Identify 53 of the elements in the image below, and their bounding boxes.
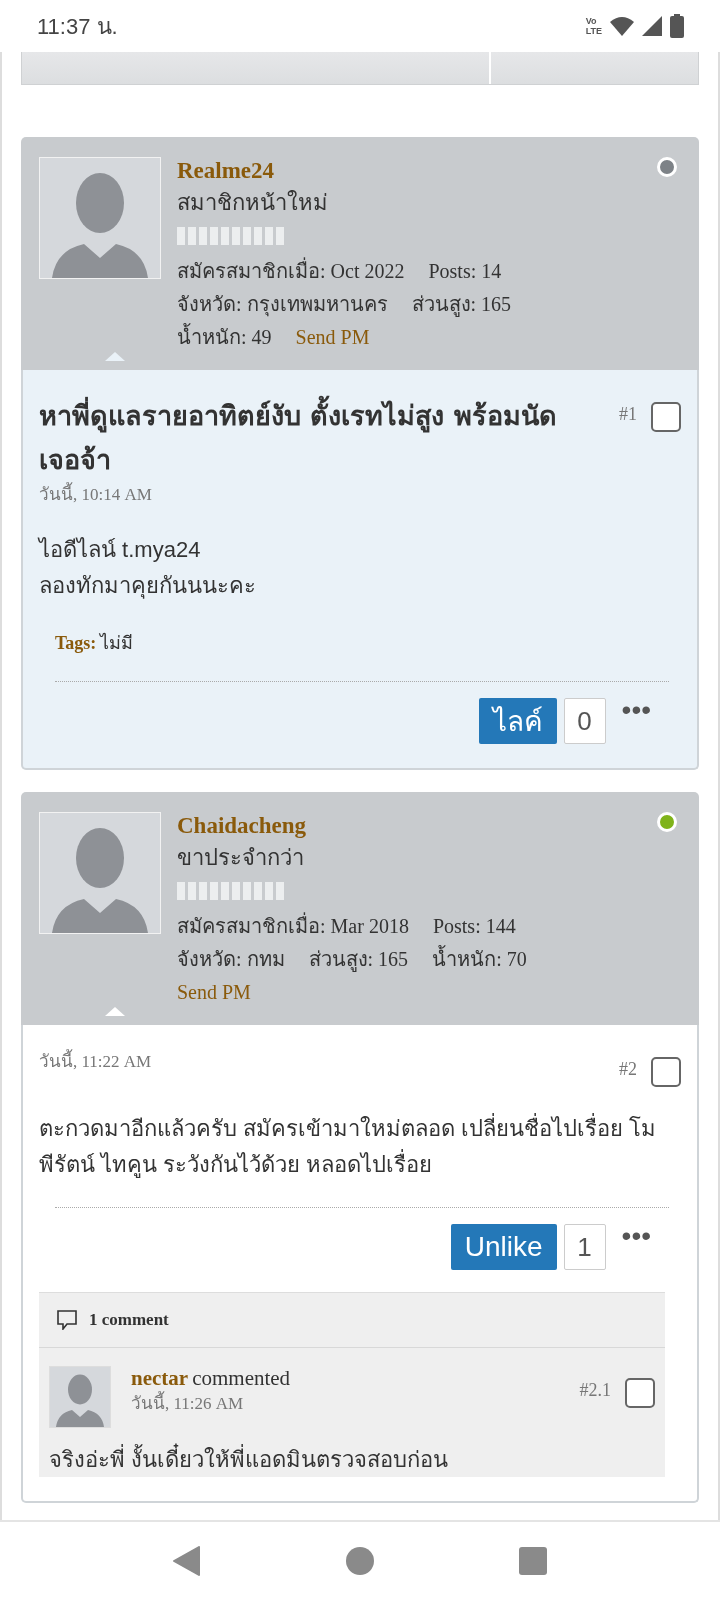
tags-value: ไม่มี <box>100 633 134 653</box>
user-stat: จังหวัด: กรุงเทพมหานคร <box>177 292 388 319</box>
post-time: วันนี้, 11:22 AM <box>39 1049 619 1075</box>
comment-text: จริงอ่ะพี่ งั้นเดี๋ยวให้พี่แอดมินตรวจสอบก่อน <box>49 1442 655 1477</box>
post-number-link[interactable]: #2 <box>619 1059 637 1080</box>
more-button[interactable]: ••• <box>621 1226 651 1246</box>
signal-icon <box>642 16 662 36</box>
user-stat: Posts: 144 <box>432 914 516 939</box>
post-text: ตะกวดมาอีกแล้วครับ สมัครเข้ามาใหม่ตลอด เปลี่ยนชื่อไปเรื่อย โมพีรัตน์ ไทคูน ระวังกันไว้ด้วย หลอดไปเรื่อย <box>39 1111 667 1183</box>
back-icon[interactable] <box>172 1546 201 1576</box>
comment-time: วันนี้, 11:26 AM <box>131 1391 580 1417</box>
select-checkbox[interactable] <box>651 1057 681 1087</box>
comment-number-link[interactable]: #2.1 <box>579 1380 611 1401</box>
username-link[interactable]: nectar <box>131 1366 189 1390</box>
post-text: ลองทักมาคุยกันนนะคะ <box>39 572 257 601</box>
select-checkbox[interactable] <box>651 402 681 432</box>
send-pm-link[interactable]: Send PM <box>295 321 370 354</box>
post-number-link[interactable]: #1 <box>619 404 637 425</box>
like-button[interactable]: ไลค์ <box>478 698 557 744</box>
user-stat: ส่วนสูง: 165 <box>308 947 409 974</box>
like-button[interactable]: Unlike <box>450 1224 557 1270</box>
post-text: ไอดีไลน์ t.mya24 <box>39 536 202 564</box>
comment-icon <box>57 1310 77 1330</box>
username-link[interactable]: Realme24 <box>177 157 275 185</box>
recents-icon[interactable] <box>519 1547 548 1575</box>
user-stat: ส่วนสูง: 165 <box>411 292 512 319</box>
post-title: หาพี่ดูแลรายอาทิตย์งับ ตั้งเรทไม่สูง พร้อมนัดเจอจ้า <box>39 394 619 482</box>
comment-verb: commented <box>192 1366 291 1390</box>
like-count: 1 <box>563 1224 606 1270</box>
pointer-arrow <box>105 1007 125 1016</box>
comment-count: 1 comment <box>89 1310 169 1330</box>
username-link[interactable]: Chaidacheng <box>177 812 307 840</box>
like-count: 0 <box>563 698 606 744</box>
post-time: วันนี้, 10:14 AM <box>39 482 619 508</box>
tags-label: Tags: <box>55 633 97 653</box>
more-button[interactable]: ••• <box>621 700 651 720</box>
user-stat: Posts: 14 <box>428 259 502 284</box>
status-time: 11:37 น. <box>37 12 118 41</box>
home-icon[interactable] <box>346 1547 374 1575</box>
user-stat: จังหวัด: กทม <box>177 947 285 972</box>
send-pm-link[interactable]: Send PM <box>177 976 251 1009</box>
user-stat: น้ำหนัก: 70 <box>432 943 527 976</box>
avatar <box>49 1366 111 1428</box>
user-stat: สมัครสมาชิกเมื่อ: Oct 2022 <box>177 255 405 288</box>
network-label: Vo LTE <box>585 16 602 36</box>
user-stat: น้ำหนัก: 49 <box>177 321 272 354</box>
wifi-icon <box>610 16 634 36</box>
select-checkbox[interactable] <box>625 1378 655 1408</box>
user-rank: ขาประจำกว่า <box>177 844 304 872</box>
user-stat: สมัครสมาชิกเมื่อ: Mar 2018 <box>177 910 409 943</box>
battery-icon <box>670 14 684 38</box>
pointer-arrow <box>105 352 125 361</box>
user-rank: สมาชิกหน้าใหม่ <box>177 189 328 217</box>
